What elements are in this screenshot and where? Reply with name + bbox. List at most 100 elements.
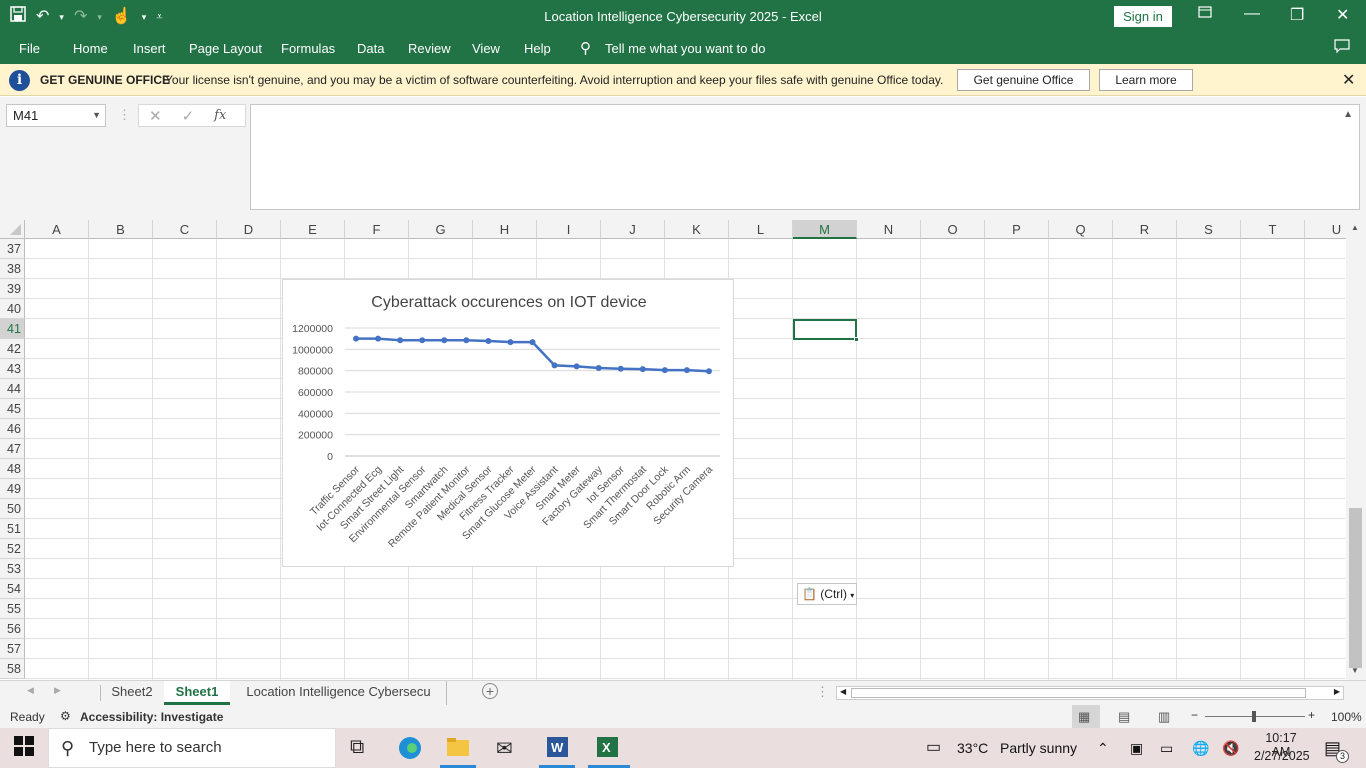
windows-start-icon[interactable] xyxy=(14,736,34,762)
chevron-down-icon[interactable]: ▼ xyxy=(92,105,101,126)
insert-function-icon[interactable]: fx xyxy=(214,108,226,123)
mail-icon[interactable]: ✉ xyxy=(496,736,513,761)
row-header-57[interactable]: 57 xyxy=(0,639,25,659)
column-header-p[interactable]: P xyxy=(985,220,1049,239)
name-box[interactable]: M41 ▼ xyxy=(6,104,106,127)
add-sheet-icon[interactable]: + xyxy=(482,683,498,699)
ribbon-display-icon[interactable] xyxy=(1198,5,1212,24)
tab-insert[interactable]: Insert xyxy=(133,41,166,56)
clock-date[interactable]: 2/27/2025 xyxy=(1254,749,1310,763)
column-header-f[interactable]: F xyxy=(345,220,409,239)
select-all-corner[interactable] xyxy=(0,220,25,239)
column-header-c[interactable]: C xyxy=(153,220,217,239)
row-header-41[interactable]: 41 xyxy=(0,319,25,339)
tab-file[interactable]: File xyxy=(19,41,40,56)
column-header-j[interactable]: J xyxy=(601,220,665,239)
row-header-47[interactable]: 47 xyxy=(0,439,25,459)
get-genuine-office-button[interactable]: Get genuine Office xyxy=(957,69,1090,91)
zoom-slider-thumb[interactable] xyxy=(1252,711,1256,722)
tab-split-handle[interactable]: ⋮ xyxy=(816,684,829,700)
formula-input[interactable]: ▲ xyxy=(250,104,1360,210)
row-header-38[interactable]: 38 xyxy=(0,259,25,279)
line-chart[interactable]: Cyberattack occurences on IOT device 1200… xyxy=(282,279,734,567)
scroll-sheets-right-icon[interactable]: ▶ xyxy=(54,685,61,696)
column-header-i[interactable]: I xyxy=(537,220,601,239)
fill-handle[interactable] xyxy=(854,337,859,342)
row-header-54[interactable]: 54 xyxy=(0,579,25,599)
tab-home[interactable]: Home xyxy=(73,41,108,56)
column-header-n[interactable]: N xyxy=(857,220,921,239)
column-header-d[interactable]: D xyxy=(217,220,281,239)
sheet-tab-sheet2[interactable]: Sheet2 xyxy=(101,681,163,705)
page-layout-view-icon[interactable]: ▤ xyxy=(1118,709,1130,725)
task-view-icon[interactable]: ⧉ xyxy=(350,736,364,759)
vertical-scrollbar[interactable]: ▲ ▼ xyxy=(1346,220,1366,680)
row-header-48[interactable]: 48 xyxy=(0,459,25,479)
column-header-l[interactable]: L xyxy=(729,220,793,239)
battery-icon[interactable]: ▭ xyxy=(1160,728,1173,768)
column-header-t[interactable]: T xyxy=(1241,220,1305,239)
weather-icon[interactable]: ▭ xyxy=(926,728,941,768)
accessibility-status[interactable]: Accessibility: Investigate xyxy=(80,710,223,724)
scroll-down-icon[interactable]: ▼ xyxy=(1351,666,1359,675)
row-header-43[interactable]: 43 xyxy=(0,359,25,379)
row-header-51[interactable]: 51 xyxy=(0,519,25,539)
learn-more-button[interactable]: Learn more xyxy=(1099,69,1193,91)
camera-icon[interactable]: ▣ xyxy=(1130,728,1143,768)
column-header-q[interactable]: Q xyxy=(1049,220,1113,239)
close-message-icon[interactable]: ✕ xyxy=(1342,70,1355,90)
edge-icon[interactable] xyxy=(398,736,422,766)
row-header-40[interactable]: 40 xyxy=(0,299,25,319)
column-header-o[interactable]: O xyxy=(921,220,985,239)
row-header-53[interactable]: 53 xyxy=(0,559,25,579)
horizontal-scrollbar[interactable]: ◀ ▶ xyxy=(836,686,1344,700)
taskbar-search[interactable]: ⚲ Type here to search xyxy=(48,728,336,768)
word-icon[interactable]: W xyxy=(545,736,569,764)
zoom-in-icon[interactable]: + xyxy=(1308,708,1315,722)
column-header-r[interactable]: R xyxy=(1113,220,1177,239)
row-header-56[interactable]: 56 xyxy=(0,619,25,639)
scroll-up-icon[interactable]: ▲ xyxy=(1351,223,1359,232)
paste-options-button[interactable]: 📋 (Ctrl) ▾ xyxy=(797,583,857,605)
horizontal-scroll-thumb[interactable] xyxy=(851,688,1306,698)
enter-icon[interactable]: ✓ xyxy=(182,107,195,125)
weather-desc[interactable]: Partly sunny xyxy=(1000,728,1077,768)
row-header-52[interactable]: 52 xyxy=(0,539,25,559)
sign-in-button[interactable]: Sign in xyxy=(1114,6,1172,27)
minimize-icon[interactable]: — xyxy=(1244,5,1260,23)
column-header-m[interactable]: M xyxy=(793,220,857,239)
tab-help[interactable]: Help xyxy=(524,41,551,56)
column-header-s[interactable]: S xyxy=(1177,220,1241,239)
column-header-g[interactable]: G xyxy=(409,220,473,239)
column-header-k[interactable]: K xyxy=(665,220,729,239)
row-header-44[interactable]: 44 xyxy=(0,379,25,399)
active-cell[interactable] xyxy=(793,319,859,342)
column-header-b[interactable]: B xyxy=(89,220,153,239)
column-header-a[interactable]: A xyxy=(25,220,89,239)
volume-muted-icon[interactable]: 🔇 xyxy=(1222,728,1239,768)
row-header-39[interactable]: 39 xyxy=(0,279,25,299)
column-header-e[interactable]: E xyxy=(281,220,345,239)
file-explorer-icon[interactable] xyxy=(446,736,470,764)
tab-page-layout[interactable]: Page Layout xyxy=(189,41,262,56)
row-header-42[interactable]: 42 xyxy=(0,339,25,359)
scroll-left-icon[interactable]: ◀ xyxy=(840,687,846,696)
sheet-tab-sheet1[interactable]: Sheet1 xyxy=(164,681,230,705)
row-header-37[interactable]: 37 xyxy=(0,239,25,259)
column-header-h[interactable]: H xyxy=(473,220,537,239)
close-icon[interactable]: ✕ xyxy=(1336,5,1349,25)
row-header-50[interactable]: 50 xyxy=(0,499,25,519)
tell-me-search[interactable]: Tell me what you want to do xyxy=(605,41,765,56)
row-header-55[interactable]: 55 xyxy=(0,599,25,619)
vertical-scroll-thumb[interactable] xyxy=(1349,508,1362,668)
zoom-level[interactable]: 100% xyxy=(1331,710,1362,724)
row-header-49[interactable]: 49 xyxy=(0,479,25,499)
zoom-out-icon[interactable]: − xyxy=(1191,708,1198,722)
row-header-46[interactable]: 46 xyxy=(0,419,25,439)
page-break-view-icon[interactable]: ▥ xyxy=(1158,709,1170,725)
excel-icon[interactable]: X xyxy=(595,736,619,764)
sheet-tab-location-intelligence[interactable]: Location Intelligence Cybersecu xyxy=(231,681,447,705)
collapse-formula-bar-icon[interactable]: ▲ xyxy=(1343,109,1353,120)
tab-view[interactable]: View xyxy=(472,41,500,56)
network-icon[interactable]: 🌐 xyxy=(1192,728,1209,768)
